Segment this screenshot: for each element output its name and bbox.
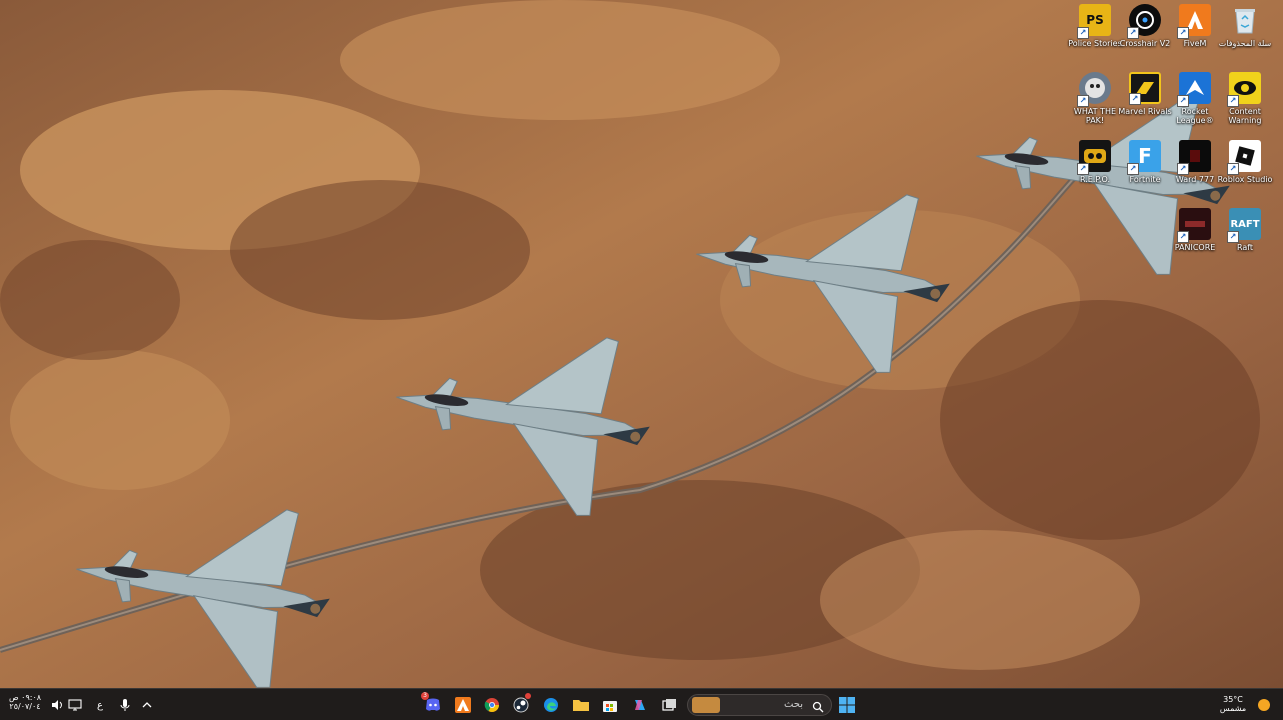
desktop-icon-label: Police Stories [1068,39,1122,48]
desktop-icon-label: Roblox Studio [1217,175,1273,184]
volume-icon[interactable] [48,695,68,715]
repo-icon: ↗ [1077,140,1111,175]
desktop-icon-repo[interactable]: ↗ R.E.P.O. [1071,138,1119,204]
task-view-icon[interactable] [660,695,680,715]
panicore-icon: ↗ [1177,208,1211,243]
desktop-icon-label: FiveM [1183,39,1207,48]
desktop-icon-police-stories[interactable]: PS ↗ Police Stories [1068,2,1122,68]
desktop-icon-ward-777[interactable]: ↗ Ward 777 [1171,138,1219,204]
desktop-icon-label: Content Warning [1228,107,1262,125]
discord-icon[interactable]: 3 [421,692,443,715]
raft-icon: RAFT ↗ [1227,208,1261,243]
desktop-icon-label: Raft [1236,243,1254,252]
desktop-icon-crosshair-v2[interactable]: ↗ Crosshair V2 [1120,2,1170,68]
desktop-icon-label: Marvel Rivals [1118,107,1172,116]
search-highlight-image [692,697,720,713]
windows-start-icon[interactable] [837,695,857,715]
desktop-icon-fivem[interactable]: ↗ FiveM [1171,2,1219,68]
desktop-icon-label: Fortnite [1129,175,1161,184]
search-icon [812,698,824,717]
desktop-icon-roblox-studio[interactable]: ↗ Roblox Studio [1218,138,1272,204]
weather-condition: مشمس [1219,704,1247,713]
clock-time: ٠٩:٠٨ ص [8,693,42,702]
rocket-league-icon: ↗ [1177,72,1211,107]
desktop-icon-label: Ward 777 [1175,175,1215,184]
steam-badge [525,693,531,699]
chevron-up-icon[interactable] [137,695,157,715]
desktop-icon-rocket-league[interactable]: ↗ Rocket League® [1171,70,1219,136]
desktop-icon-recycle-bin[interactable]: سلة المحذوفات [1219,2,1271,68]
sun-icon[interactable] [1254,695,1274,715]
fivem-icon: ↗ [1177,4,1211,39]
desktop-icon-grid: PS ↗ Police Stories ↗ Crosshair V2 ↗ Five… [1068,2,1277,258]
desktop-icon-label: R.E.P.O. [1079,175,1111,184]
clock-date: ٢٥/٠٧/٠٤ [9,702,41,711]
desktop-icon-label: سلة المحذوفات [1218,39,1272,48]
desktop-icon-label: PANICORE [1174,243,1216,252]
content-warning-icon: ↗ [1227,72,1261,107]
edge-icon[interactable] [541,695,561,715]
discord-badge: 3 [421,692,429,700]
marvel-rivals-icon: ↗ [1129,72,1161,105]
what-the-pak-icon: ↗ [1077,72,1111,107]
clock[interactable]: ٠٩:٠٨ ص ٢٥/٠٧/٠٤ [4,693,46,711]
steam-icon[interactable] [511,693,531,715]
desktop-icon-label: Crosshair V2 [1119,39,1171,48]
fortnite-icon: F ↗ [1127,140,1161,175]
weather-widget[interactable]: 35°C مشمس [1212,695,1254,713]
desktop-icon-label: WHAT THE PAK! [1073,107,1117,125]
language-indicator[interactable]: ع [90,695,110,715]
fivem-icon[interactable] [453,695,473,715]
roblox-studio-icon: ↗ [1227,140,1261,175]
store-icon[interactable] [600,695,620,715]
desktop-icon-raft[interactable]: RAFT ↗ Raft [1221,206,1269,272]
network-icon[interactable] [65,695,85,715]
microphone-icon[interactable] [115,695,135,715]
weather-temp: 35°C [1223,695,1243,704]
desktop-icon-label: Rocket League® [1176,107,1214,125]
copilot-icon[interactable] [630,695,650,715]
search-box[interactable]: بحث [687,694,832,716]
search-placeholder: بحث [783,699,803,710]
chrome-icon[interactable] [482,695,502,715]
folder-icon[interactable] [571,695,591,715]
recycle-bin-icon [1229,4,1261,36]
desktop-icon-what-the-pak[interactable]: ↗ WHAT THE PAK! [1071,70,1119,136]
ward-777-icon: ↗ [1177,140,1211,175]
desktop-icon-fortnite[interactable]: F ↗ Fortnite [1121,138,1169,204]
desktop-icon-content-warning[interactable]: ↗ Content Warning [1221,70,1269,136]
crosshair-icon: ↗ [1127,4,1161,39]
taskbar: 35°C مشمس بحث 3 ع ٠٩:٠٨ ص ٢٥/٠٧/٠٤ [0,688,1283,720]
desktop-icon-marvel-rivals[interactable]: ↗ Marvel Rivals [1118,70,1172,136]
police-stories-icon: PS ↗ [1077,4,1111,39]
desktop-icon-panicore[interactable]: ↗ PANICORE [1171,206,1219,272]
